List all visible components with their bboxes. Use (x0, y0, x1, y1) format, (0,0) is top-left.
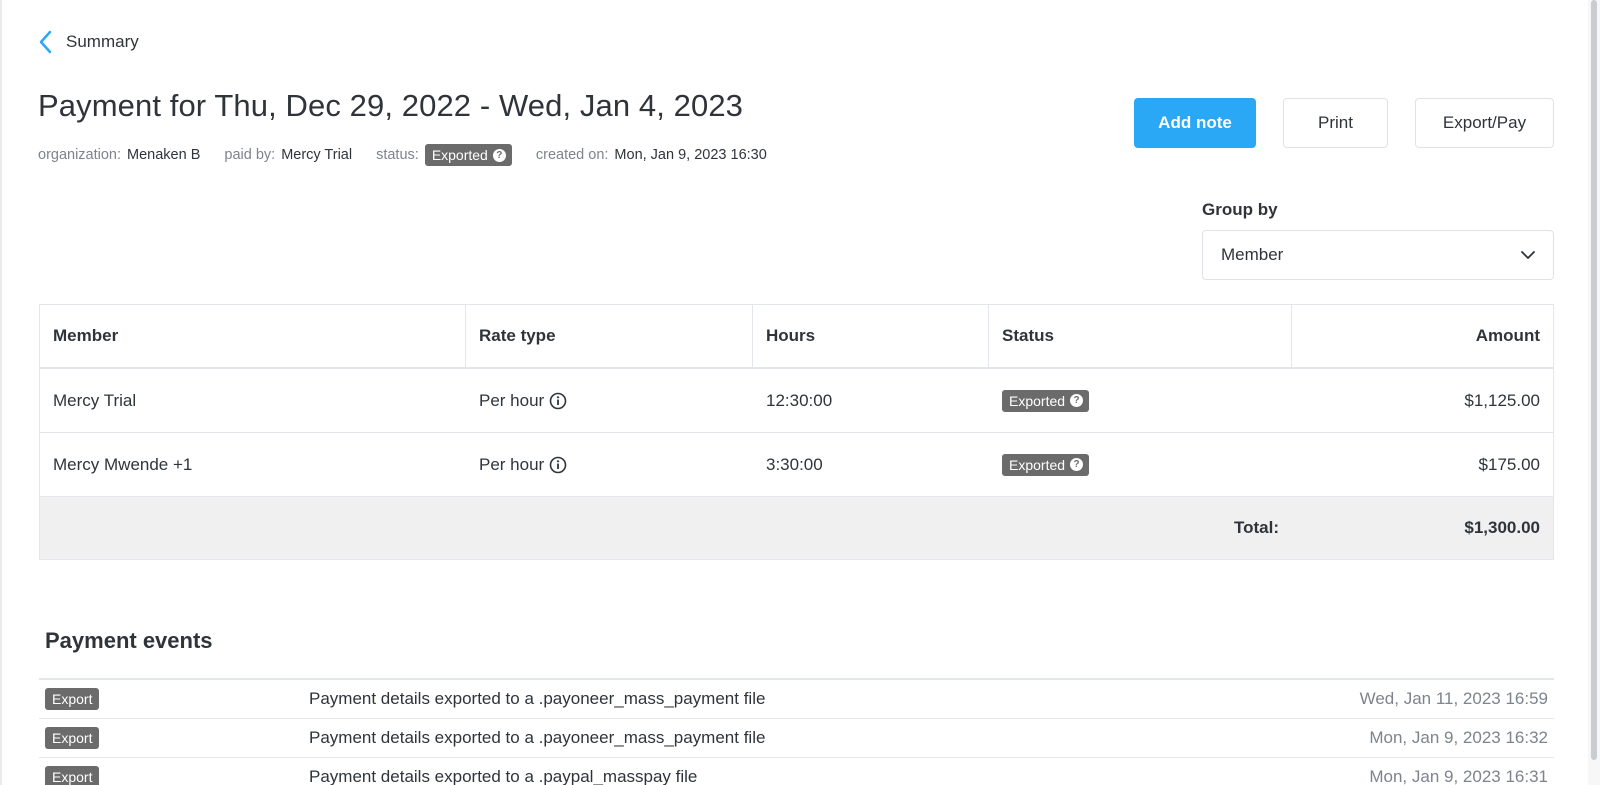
status-badge-label: Exported (1009, 456, 1066, 473)
status-badge[interactable]: Exported ? (1002, 389, 1090, 412)
event-type-cell: Export (39, 727, 309, 749)
column-header-hours[interactable]: Hours (753, 305, 989, 367)
status-cell: Exported ? (989, 433, 1292, 496)
status-cell: Exported ? (989, 369, 1292, 432)
payment-meta: organization: Menaken B paid by: Mercy T… (38, 144, 791, 166)
column-header-rate-type[interactable]: Rate type (466, 305, 753, 367)
created-on-value: Mon, Jan 9, 2023 16:30 (614, 147, 767, 163)
print-button[interactable]: Print (1283, 98, 1388, 148)
column-header-member[interactable]: Member (40, 305, 466, 367)
chevron-left-icon (39, 30, 52, 54)
add-note-button[interactable]: Add note (1134, 98, 1256, 148)
paid-by-label: paid by: (224, 147, 276, 163)
rate-type-cell: Per hour (466, 433, 753, 496)
total-value: $1,300.00 (1464, 518, 1540, 537)
event-type-badge: Export (45, 727, 100, 749)
payment-events-title: Payment events (45, 628, 213, 653)
event-type-cell: Export (39, 688, 309, 710)
page-title: Payment for Thu, Dec 29, 2022 - Wed, Jan… (38, 88, 744, 123)
rate-type-label: Per hour (479, 390, 545, 410)
back-to-summary-link[interactable]: Summary (38, 28, 139, 56)
event-date: Mon, Jan 9, 2023 16:31 (1369, 767, 1548, 785)
page-left-edge (0, 0, 2, 785)
payment-detail-page: Summary Payment for Thu, Dec 29, 2022 - … (0, 0, 1600, 785)
question-icon: ? (492, 148, 506, 162)
group-by-value: Member (1221, 245, 1284, 264)
payment-events-list: Export Payment details exported to a .pa… (39, 678, 1554, 785)
event-type-badge: Export (45, 766, 100, 785)
event-description: Payment details exported to a .payoneer_… (309, 728, 766, 747)
question-icon: ? (1070, 394, 1084, 407)
export-pay-button[interactable]: Export/Pay (1415, 98, 1554, 148)
status-badge[interactable]: Exported ? (1002, 453, 1090, 476)
event-description: Payment details exported to a .paypal_ma… (309, 767, 698, 785)
member-cell[interactable]: Mercy Mwende +1 (40, 433, 466, 496)
event-type-badge: Export (45, 688, 100, 710)
list-item: Export Payment details exported to a .pa… (39, 680, 1554, 719)
rate-type-cell: Per hour (466, 369, 753, 432)
total-label: Total: (1233, 518, 1279, 537)
organization-value: Menaken B (127, 147, 201, 163)
payment-table: Member Rate type Hours Status Amount Mer… (39, 304, 1554, 560)
info-icon[interactable] (549, 392, 567, 410)
question-icon: ? (1070, 458, 1084, 471)
event-type-cell: Export (39, 766, 309, 785)
vertical-scrollbar[interactable] (1588, 0, 1600, 785)
hours-cell: 3:30:00 (766, 454, 823, 474)
event-description: Payment details exported to a .payoneer_… (309, 689, 766, 708)
hours-cell: 12:30:00 (766, 390, 833, 410)
back-label: Summary (66, 32, 139, 51)
status-badge[interactable]: Exported ? (424, 144, 512, 166)
column-header-amount[interactable]: Amount (1292, 305, 1553, 367)
rate-type-label: Per hour (479, 454, 545, 474)
column-header-status[interactable]: Status (989, 305, 1292, 367)
paid-by-value: Mercy Trial (281, 147, 353, 163)
event-date: Mon, Jan 9, 2023 16:32 (1369, 728, 1548, 747)
table-row: Mercy Trial Per hour 12:30:00 Exported ?… (40, 369, 1553, 433)
group-by-label: Group by (1202, 200, 1278, 219)
amount-cell: $1,125.00 (1464, 390, 1540, 410)
status-label: status: (376, 147, 419, 163)
event-date: Wed, Jan 11, 2023 16:59 (1359, 689, 1548, 708)
created-on-label: created on: (535, 147, 609, 163)
chevron-down-icon (1521, 250, 1535, 259)
info-icon[interactable] (549, 456, 567, 474)
status-badge-label: Exported (431, 147, 488, 163)
table-header-row: Member Rate type Hours Status Amount (40, 305, 1553, 369)
list-item: Export Payment details exported to a .pa… (39, 719, 1554, 758)
member-cell[interactable]: Mercy Trial (40, 369, 466, 432)
organization-label: organization: (38, 147, 122, 163)
group-by-select[interactable]: Member (1202, 230, 1554, 280)
list-item: Export Payment details exported to a .pa… (39, 758, 1554, 785)
amount-cell: $175.00 (1478, 454, 1540, 474)
table-row: Mercy Mwende +1 Per hour 3:30:00 Exporte… (40, 433, 1553, 497)
table-total-row: Total: $1,300.00 (40, 497, 1553, 559)
scrollbar-thumb[interactable] (1591, 0, 1597, 760)
status-badge-label: Exported (1009, 392, 1066, 409)
